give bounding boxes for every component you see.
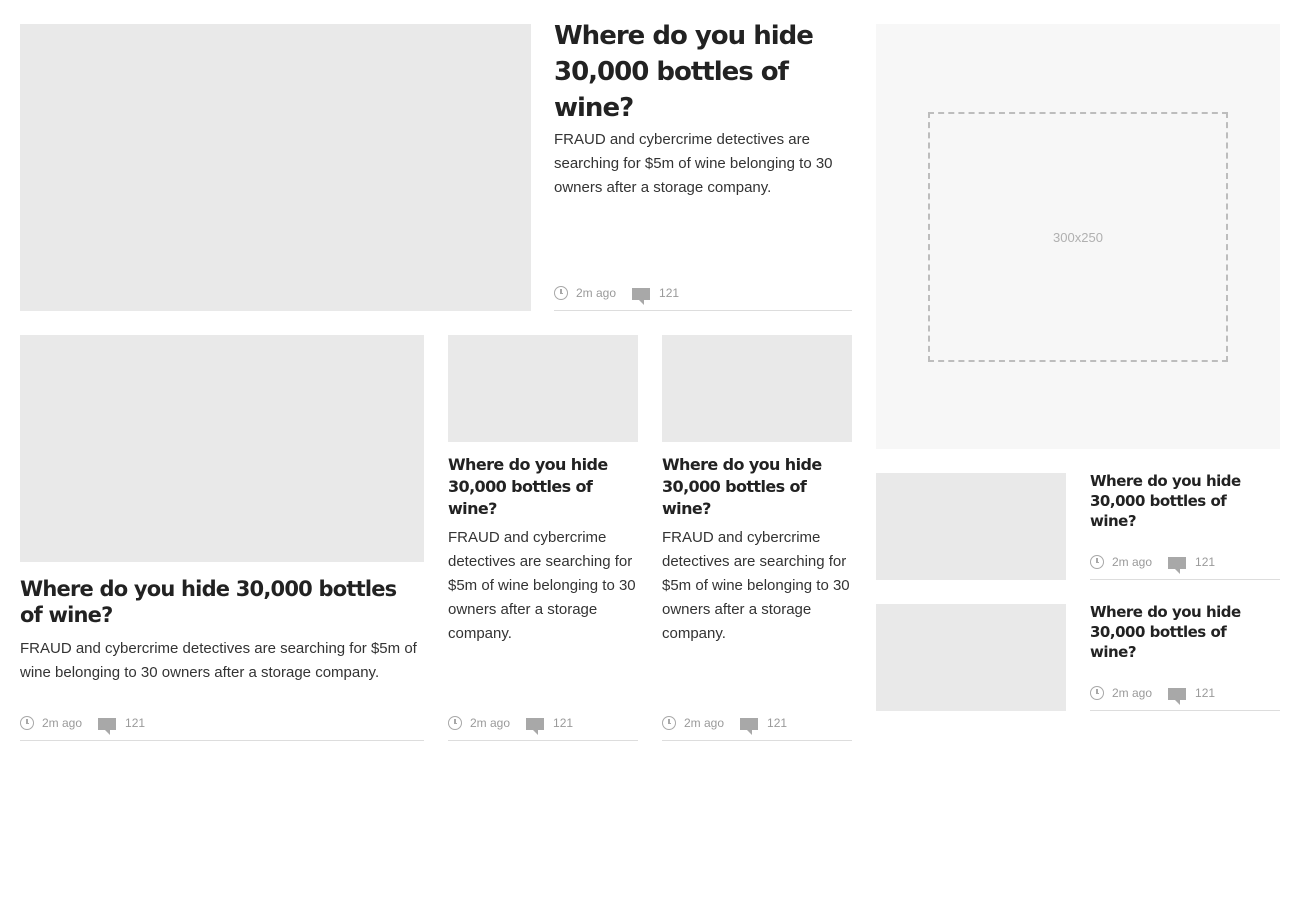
sidebar-story-meta: 2m ago 121 — [1090, 552, 1215, 574]
clock-icon — [1090, 555, 1104, 569]
feature-story-headline[interactable]: Where do you hide 30,000 bottles of wine… — [20, 576, 424, 628]
clock-icon — [448, 716, 462, 730]
lead-story-meta: 2m ago 121 — [554, 283, 679, 305]
comment-count[interactable]: 121 — [767, 716, 787, 730]
comment-icon[interactable] — [526, 718, 545, 735]
advert-slot[interactable]: 300x250 — [876, 24, 1280, 449]
timestamp: 2m ago — [684, 716, 725, 730]
timestamp: 2m ago — [470, 716, 511, 730]
sidebar-story-image[interactable] — [876, 604, 1066, 711]
comment-count[interactable]: 121 — [1195, 555, 1215, 569]
comment-icon[interactable] — [632, 288, 651, 305]
advert-size-label: 300x250 — [1053, 229, 1103, 245]
lead-story-standfirst: FRAUD and cybercrime detectives are sear… — [554, 131, 833, 196]
column-story-headline[interactable]: Where do you hide 30,000 bottles of wine… — [662, 454, 852, 520]
sidebar-story-meta: 2m ago 121 — [1090, 683, 1215, 705]
column-story-meta: 2m ago 121 — [662, 713, 787, 735]
column-story-image[interactable] — [662, 335, 852, 442]
comment-count[interactable]: 121 — [1195, 686, 1215, 700]
sidebar-story-headline[interactable]: Where do you hide 30,000 bottles of wine… — [1090, 602, 1270, 662]
feature-story-standfirst: FRAUD and cybercrime detectives are sear… — [20, 640, 417, 681]
divider — [1090, 579, 1280, 580]
advert-placeholder: 300x250 — [928, 112, 1228, 362]
divider — [20, 740, 424, 741]
comment-count[interactable]: 121 — [659, 286, 679, 300]
feature-story-image[interactable] — [20, 335, 424, 562]
column-story-image[interactable] — [448, 335, 638, 442]
clock-icon — [662, 716, 676, 730]
timestamp: 2m ago — [1112, 555, 1153, 569]
clock-icon — [554, 286, 568, 300]
comment-icon[interactable] — [98, 718, 117, 735]
sidebar-story-headline[interactable]: Where do you hide 30,000 bottles of wine… — [1090, 471, 1270, 531]
column-story-standfirst: FRAUD and cybercrime detectives are sear… — [662, 529, 850, 642]
clock-icon — [1090, 686, 1104, 700]
divider — [1090, 710, 1280, 711]
timestamp: 2m ago — [576, 286, 617, 300]
column-story-headline[interactable]: Where do you hide 30,000 bottles of wine… — [448, 454, 638, 520]
column-story-meta: 2m ago 121 — [448, 713, 573, 735]
news-grid: Where do you hide 30,000 bottles of wine… — [0, 0, 1300, 900]
clock-icon — [20, 716, 34, 730]
column-story-standfirst: FRAUD and cybercrime detectives are sear… — [448, 529, 636, 642]
comment-icon[interactable] — [740, 718, 759, 735]
comment-count[interactable]: 121 — [553, 716, 573, 730]
timestamp: 2m ago — [1112, 686, 1153, 700]
divider — [662, 740, 852, 741]
timestamp: 2m ago — [42, 716, 83, 730]
lead-story-image[interactable] — [20, 24, 531, 311]
sidebar-story-image[interactable] — [876, 473, 1066, 580]
lead-story-headline[interactable]: Where do you hide 30,000 bottles of wine… — [554, 18, 844, 126]
divider — [448, 740, 638, 741]
comment-count[interactable]: 121 — [125, 716, 145, 730]
divider — [554, 310, 852, 311]
comment-icon[interactable] — [1168, 688, 1187, 705]
feature-story-meta: 2m ago 121 — [20, 713, 145, 735]
comment-icon[interactable] — [1168, 557, 1187, 574]
